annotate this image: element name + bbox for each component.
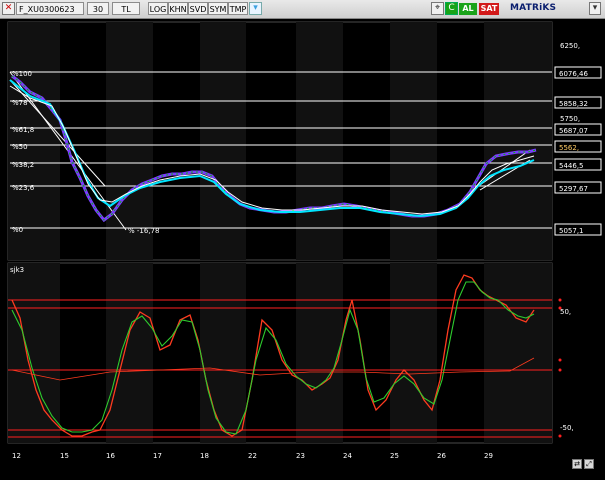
pin-icon[interactable]: ⌖ (431, 2, 444, 15)
log-button[interactable]: LOG (148, 2, 168, 15)
price-level-54465: 5446,5 (559, 162, 584, 170)
date-label-18: 18 (200, 452, 209, 460)
buy-button[interactable]: AL (459, 3, 477, 15)
fib-label-618: %61,8 (12, 126, 34, 134)
brand-logo: MATRiKS (510, 3, 557, 13)
date-label-26: 26 (437, 452, 446, 460)
chart-area: %100 %78 %61,8 %50 %38,2 %23,6 %0 % -16,… (0, 18, 605, 476)
date-label-15: 15 (60, 452, 69, 460)
indicator-level-50: 50, (560, 308, 571, 316)
currency-field[interactable]: TL (112, 2, 140, 15)
indicator-label: sjk3 (10, 266, 24, 274)
zoom-in-button[interactable]: ⇄ (572, 459, 582, 469)
date-label-17: 17 (153, 452, 162, 460)
fib-label-236: %23,6 (12, 184, 35, 192)
date-label-29: 29 (484, 452, 493, 460)
sell-button[interactable]: SAT (479, 3, 499, 15)
date-label-16: 16 (106, 452, 115, 460)
price-level-568707: 5687,07 (559, 127, 588, 135)
twitter-icon[interactable]: ▾ (249, 2, 262, 15)
chart-toolbar: ✕ F_XU0300623 30 TL LOG KHN SVD SYM TMP … (0, 0, 605, 19)
fit-button[interactable]: ⤢ (584, 459, 594, 469)
close-icon[interactable]: ✕ (2, 2, 15, 15)
date-label-12: 12 (12, 452, 21, 460)
indicator-markers (558, 298, 562, 438)
fib-label-78: %78 (12, 99, 28, 107)
date-label-23: 23 (296, 452, 305, 460)
period-field[interactable]: 30 (87, 2, 109, 15)
date-label-22: 22 (248, 452, 257, 460)
chart-svg: %100 %78 %61,8 %50 %38,2 %23,6 %0 % -16,… (7, 21, 602, 460)
fib-extension-label: % -16,78 (128, 227, 159, 235)
price-level-6250: 6250, (560, 42, 580, 50)
price-level-5750: 5750, (560, 115, 580, 123)
fib-label-0: %0 (12, 226, 23, 234)
symbol-field[interactable]: F_XU0300623 (16, 2, 84, 15)
price-level-607646: 6076,46 (559, 70, 588, 78)
chevron-down-icon[interactable]: ▾ (589, 2, 601, 15)
khn-button[interactable]: KHN (168, 2, 188, 15)
c-icon[interactable]: C (445, 2, 458, 15)
price-level-529767: 5297,67 (559, 185, 588, 193)
indicator-level-neg50: -50, (560, 424, 574, 432)
fib-label-382: %38,2 (12, 161, 34, 169)
price-level-585832: 5858,32 (559, 100, 588, 108)
price-level-50571: 5057,1 (559, 227, 584, 235)
date-label-24: 24 (343, 452, 352, 460)
date-label-25: 25 (390, 452, 399, 460)
last-price-label: 5562, (559, 144, 579, 152)
sym-button[interactable]: SYM (208, 2, 228, 15)
tmp-button[interactable]: TMP (228, 2, 248, 15)
svd-button[interactable]: SVD (188, 2, 208, 15)
fib-label-50: %50 (12, 143, 28, 151)
price-panel (7, 21, 553, 261)
